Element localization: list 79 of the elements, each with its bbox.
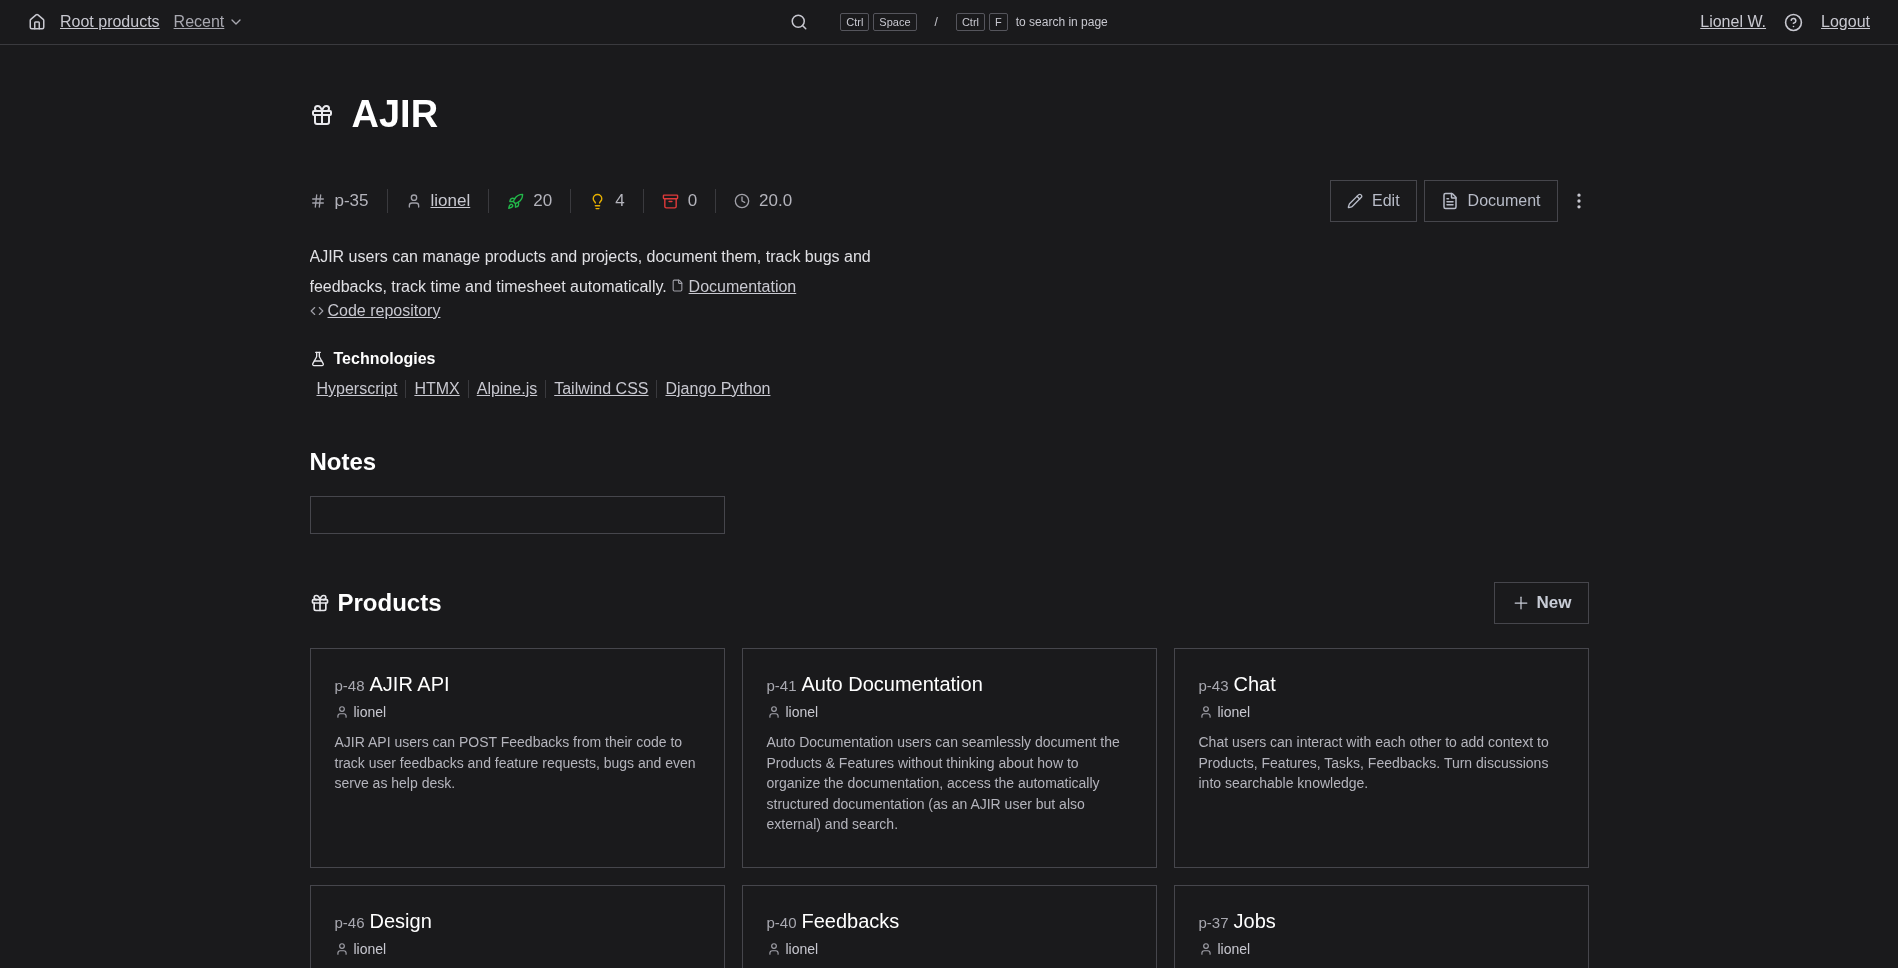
user-icon <box>766 705 781 719</box>
technologies-title: Technologies <box>333 350 436 368</box>
owner-name: lionel <box>785 941 819 957</box>
product-description: Chat users can interact with each other to add context to Products, Features, Tasks, Feedbacks. Turn discussions into searchable knowledge. <box>1198 733 1550 793</box>
gift-icon <box>309 102 334 127</box>
file-icon <box>671 279 685 292</box>
root-products-link[interactable]: Root products <box>60 13 160 31</box>
hash-icon <box>309 193 326 209</box>
product-id: p-41 <box>766 677 797 694</box>
owner-name: lionel <box>353 941 387 957</box>
flask-icon <box>309 351 326 367</box>
help-icon[interactable] <box>1784 12 1804 32</box>
user-icon <box>334 942 349 956</box>
archive-icon <box>661 192 679 210</box>
clock-icon <box>734 193 751 209</box>
product-id: p-46 <box>334 914 365 931</box>
code-icon <box>309 304 324 318</box>
product-name: Chat <box>1233 673 1276 696</box>
product-card[interactable]: p-43 Chat lionel Chat users can interact with each other to add context to Products, Features, Tasks, Feedbacks. Turn discussions into searchable knowledge. <box>1173 648 1589 868</box>
gift-icon <box>309 593 330 613</box>
rocket-icon <box>507 192 525 210</box>
product-id: p-40 <box>766 914 797 931</box>
search-icon[interactable] <box>790 13 809 31</box>
keyboard-key: F <box>989 13 1008 31</box>
user-icon <box>1198 705 1213 719</box>
search-hint-text: to search in page <box>1015 15 1108 29</box>
product-card[interactable]: p-46 Design lionel <box>309 885 725 968</box>
meta-value: p-35 <box>334 191 369 211</box>
user-link[interactable]: Lionel W. <box>1700 13 1767 31</box>
product-name: Jobs <box>1233 910 1276 933</box>
owner-name: lionel <box>785 704 819 720</box>
product-id: p-48 <box>334 677 365 694</box>
home-icon[interactable] <box>28 13 46 31</box>
technology-link[interactable]: HTMX <box>405 380 468 398</box>
product-description: Auto Documentation users can seamlessly document the Products & Features without thinking about how to organize the documentation, access the automatically structured documentation (as an AJIR user but also external) and search. <box>766 733 1121 834</box>
document-icon <box>1440 192 1459 210</box>
documentation-link[interactable]: Documentation <box>688 278 797 295</box>
keyboard-key: Space <box>873 13 917 31</box>
owner-name: lionel <box>1217 704 1251 720</box>
page-title: AJIR <box>351 93 439 136</box>
product-card[interactable]: p-37 Jobs lionel <box>1173 885 1589 968</box>
product-name: AJIR API <box>369 673 450 696</box>
user-icon <box>766 942 781 956</box>
notes-title: Notes <box>309 448 378 476</box>
new-button[interactable]: New <box>1493 582 1589 624</box>
product-name: Design <box>369 910 432 933</box>
product-card[interactable] <box>741 648 1157 868</box>
meta-value: 20 <box>533 191 553 211</box>
technology-link[interactable]: Tailwind CSS <box>545 380 657 398</box>
meta-value: 4 <box>615 191 625 211</box>
product-id: p-43 <box>1198 677 1229 694</box>
product-name: Auto Documentation <box>801 673 983 696</box>
technology-link[interactable]: Alpine.js <box>467 380 546 398</box>
owner-name: lionel <box>1217 941 1251 957</box>
meta-value: 20.0 <box>759 191 793 211</box>
product-id: p-37 <box>1198 914 1229 931</box>
technology-link[interactable]: Django Python <box>656 380 779 398</box>
product-description: AJIR API users can POST Feedbacks from their code to track user feedbacks and feature requests, bugs and even serve as help desk. <box>334 733 697 793</box>
separator-text: / <box>934 15 938 29</box>
document-button[interactable]: Document <box>1423 180 1558 222</box>
logout-link[interactable]: Logout <box>1821 13 1870 31</box>
keyboard-key: Ctrl <box>840 13 870 31</box>
product-card[interactable]: p-48 AJIR API lionel AJIR API users can POST Feedbacks from their code to track user feedbacks and feature requests, bugs and even serve as help desk. <box>309 648 725 868</box>
owner-name: lionel <box>353 704 387 720</box>
pencil-icon <box>1347 193 1363 209</box>
recent-menu[interactable]: Recent <box>173 13 245 31</box>
product-card[interactable]: p-40 Feedbacks lionel <box>741 885 1157 968</box>
user-icon <box>1198 942 1213 956</box>
code-repository-link[interactable]: Code repository <box>327 302 441 320</box>
product-description: AJIR users can manage products and projects, document them, track bugs and feedbacks, track time and timesheet automatically. Documentation <box>309 247 872 297</box>
notes-field[interactable] <box>309 496 725 534</box>
owner-link[interactable]: lionel <box>430 191 471 211</box>
technology-link[interactable]: Hyperscript <box>315 380 406 398</box>
products-title: Products <box>337 589 442 617</box>
keyboard-key: Ctrl <box>955 13 985 31</box>
user-icon <box>334 705 349 719</box>
product-name: Feedbacks <box>801 910 900 933</box>
meta-value: 0 <box>687 191 698 211</box>
edit-button[interactable]: Edit <box>1330 180 1417 222</box>
